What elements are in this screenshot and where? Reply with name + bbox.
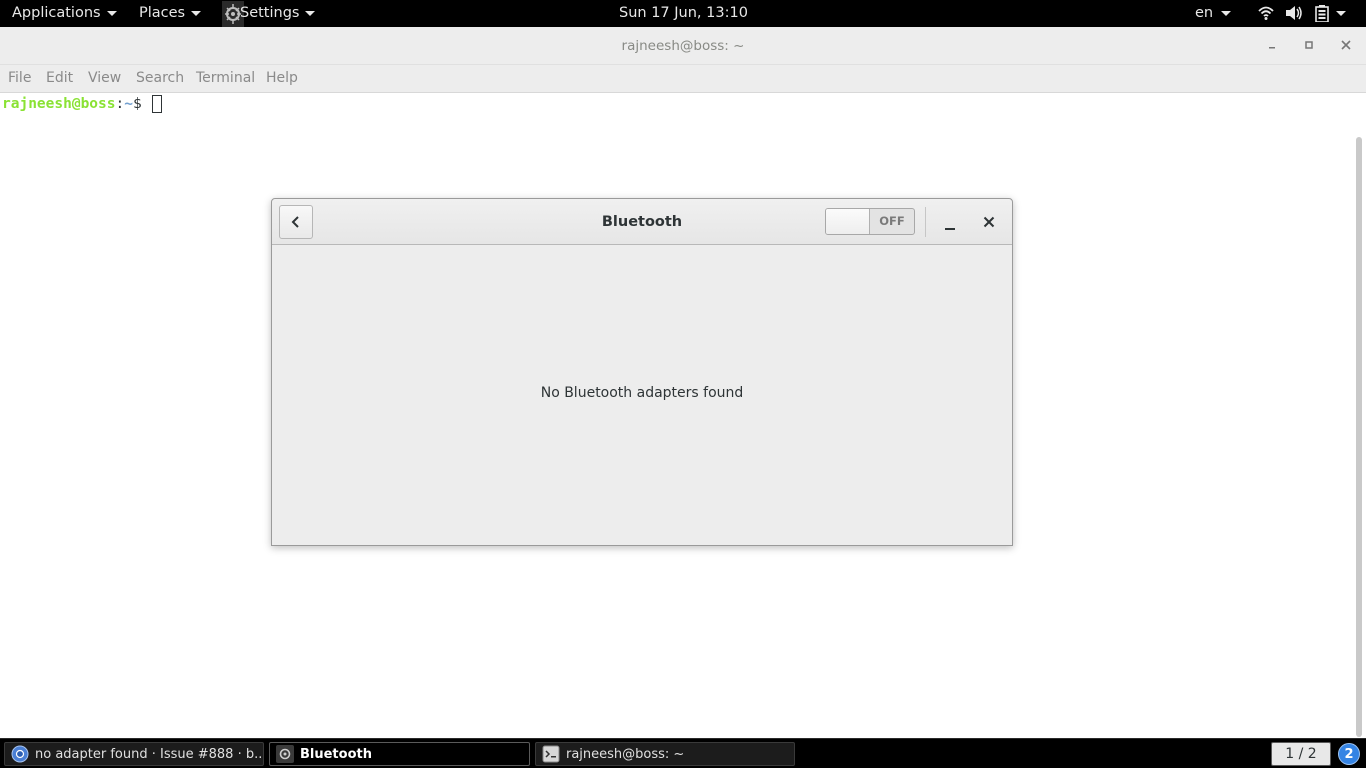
terminal-icon (542, 745, 560, 763)
chevron-down-icon (1221, 11, 1232, 16)
taskbar-item-browser[interactable]: no adapter found · Issue #888 · b... (4, 742, 264, 766)
taskbar-item-bluetooth[interactable]: Bluetooth (269, 742, 530, 766)
prompt-user: rajneesh@boss (2, 96, 116, 112)
text-cursor (152, 95, 163, 113)
terminal-close-button[interactable] (1338, 37, 1354, 53)
close-icon (983, 216, 995, 228)
minimize-icon (1269, 47, 1275, 49)
minimize-icon (945, 228, 955, 230)
workspace-indicator[interactable]: 1 / 2 (1271, 742, 1331, 766)
header-separator (925, 207, 926, 237)
applications-menu[interactable]: Applications (12, 0, 117, 27)
bluetooth-window: Bluetooth OFF No Bluetooth adapters foun… (271, 198, 1013, 546)
system-menu-chevron-icon[interactable] (1336, 11, 1346, 16)
volume-icon[interactable] (1285, 5, 1303, 21)
maximize-icon (1305, 41, 1313, 49)
terminal-title: rajneesh@boss: ~ (621, 38, 745, 54)
prompt-colon: : (115, 96, 125, 112)
bottom-panel: no adapter found · Issue #888 · b... Blu… (0, 738, 1366, 768)
bluetooth-close-button[interactable] (979, 212, 999, 232)
bluetooth-toggle-switch[interactable]: OFF (825, 208, 915, 235)
chevron-down-icon (305, 11, 316, 16)
taskbar-item-label: rajneesh@boss: ~ (566, 746, 685, 762)
chevron-down-icon (106, 11, 117, 16)
switch-knob (826, 209, 870, 234)
bluetooth-headerbar[interactable]: Bluetooth OFF (272, 199, 1012, 245)
taskbar-item-label: Bluetooth (300, 746, 372, 762)
menu-terminal[interactable]: Terminal (196, 65, 255, 92)
menu-help[interactable]: Help (266, 65, 298, 92)
taskbar-item-label: no adapter found · Issue #888 · b... (35, 746, 264, 762)
no-adapter-message: No Bluetooth adapters found (540, 385, 744, 401)
battery-icon[interactable] (1315, 5, 1329, 22)
input-language-menu[interactable]: en (1195, 0, 1232, 27)
prompt-symbol: $ (132, 96, 151, 112)
chromium-icon (11, 745, 29, 763)
input-language-label: en (1195, 5, 1214, 21)
terminal-minimize-button[interactable] (1264, 37, 1280, 53)
terminal-menubar: File Edit View Search Terminal Help (0, 65, 1366, 93)
clock[interactable]: Sun 17 Jun, 13:10 (619, 0, 748, 27)
switch-state-label: OFF (879, 214, 905, 228)
terminal-scrollbar[interactable] (1356, 137, 1362, 737)
menu-search[interactable]: Search (136, 65, 184, 92)
prompt-path: ~ (124, 96, 133, 112)
close-icon (1341, 40, 1351, 50)
terminal-titlebar[interactable]: rajneesh@boss: ~ (0, 27, 1366, 65)
app-menu[interactable]: Settings (222, 0, 316, 27)
settings-app-icon (276, 745, 294, 763)
applications-label: Applications (12, 5, 101, 21)
app-menu-label: Settings (240, 5, 300, 21)
top-panel: Applications Places Settings Sun 17 Jun,… (0, 0, 1366, 27)
bluetooth-minimize-button[interactable] (941, 214, 959, 232)
chevron-down-icon (191, 11, 202, 16)
menu-edit[interactable]: Edit (46, 65, 73, 92)
places-label: Places (139, 5, 186, 21)
notification-badge[interactable]: 2 (1338, 743, 1360, 765)
terminal-maximize-button[interactable] (1301, 37, 1317, 53)
terminal-prompt: rajneesh@boss:~$ (2, 95, 163, 113)
menu-view[interactable]: View (88, 65, 121, 92)
wifi-icon[interactable] (1258, 5, 1274, 21)
menu-file[interactable]: File (8, 65, 31, 92)
taskbar-item-terminal[interactable]: rajneesh@boss: ~ (535, 742, 795, 766)
places-menu[interactable]: Places (139, 0, 202, 27)
